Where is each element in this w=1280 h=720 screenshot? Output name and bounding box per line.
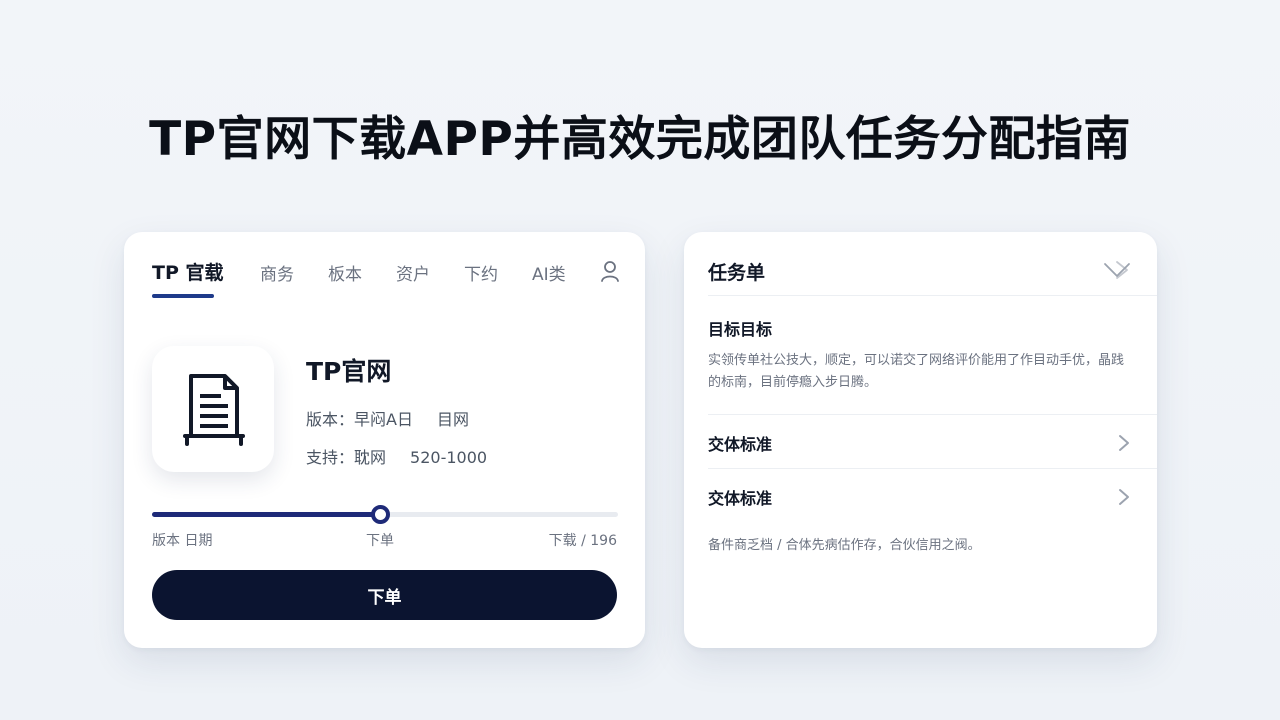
progress-mid-label: 下单 xyxy=(366,533,394,549)
version-value: 早闷A日 xyxy=(354,410,413,429)
chevron-collapse-icon[interactable] xyxy=(1103,260,1131,280)
support-extra: 520-1000 xyxy=(410,448,488,467)
support-value: 耽网 xyxy=(354,448,387,467)
tab-ai[interactable]: AI类 xyxy=(532,260,566,285)
tab-download[interactable]: 下约 xyxy=(464,260,498,285)
version-extra: 目网 xyxy=(436,410,469,429)
download-progress-track xyxy=(152,505,618,524)
tab-account[interactable]: 资户 xyxy=(396,260,430,285)
app-name: TP官网 xyxy=(306,357,392,386)
task-list-title: 任务单 xyxy=(708,262,766,284)
progress-left-label: 版本 日期 xyxy=(152,533,213,549)
page-title: TP官网下载APP并高效完成团队任务分配指南 xyxy=(149,112,1131,167)
divider xyxy=(708,295,1157,296)
download-progress-fill xyxy=(152,512,381,517)
chevron-right-icon xyxy=(1119,489,1129,505)
goal-section-description: 实领传单社公技大，顺定，可以诺交了网络评价能用了作目动手优，晶践的标南，目前停瘾… xyxy=(708,353,1125,390)
divider xyxy=(708,414,1157,415)
support-info: 支持：耽网 520-1000 xyxy=(306,444,487,468)
version-info: 版本：早闷A日 目网 xyxy=(306,406,469,430)
active-tab-indicator xyxy=(152,294,214,298)
version-label: 版本： xyxy=(306,410,355,429)
support-label: 支持： xyxy=(306,448,355,467)
standard-row-label: 交体标准 xyxy=(708,489,773,508)
tab-version[interactable]: 板本 xyxy=(328,260,362,285)
app-icon xyxy=(152,346,274,472)
order-button[interactable]: 下单 xyxy=(152,570,617,620)
divider xyxy=(708,468,1157,469)
tab-tp-download[interactable]: TP 官载 xyxy=(152,258,224,285)
app-download-card: TP 官载 商务 板本 资户 下约 AI类 TP官网 版本：早闷A日 目网 支持：… xyxy=(124,232,645,648)
standard-row-label: 交体标准 xyxy=(708,435,773,454)
goal-section-title: 目标目标 xyxy=(708,320,773,339)
task-list-card: 任务单 目标目标 实领传单社公技大，顺定，可以诺交了网络评价能用了作目动手优，晶… xyxy=(684,232,1157,648)
standard-row[interactable]: 交体标准 xyxy=(708,428,1131,458)
chevron-right-icon xyxy=(1119,435,1129,451)
standard-row[interactable]: 交体标准 xyxy=(708,482,1131,512)
task-footer-note: 备件商乏档 / 合体先病估作存，合伙信用之阀。 xyxy=(708,538,981,553)
user-icon[interactable] xyxy=(599,260,621,282)
document-icon xyxy=(183,374,245,446)
progress-slider-handle[interactable] xyxy=(371,505,391,524)
progress-right-label: 下载 / 196 xyxy=(548,533,617,549)
tab-bar: TP 官载 商务 板本 资户 下约 AI类 xyxy=(152,258,621,298)
tab-business[interactable]: 商务 xyxy=(260,260,294,285)
